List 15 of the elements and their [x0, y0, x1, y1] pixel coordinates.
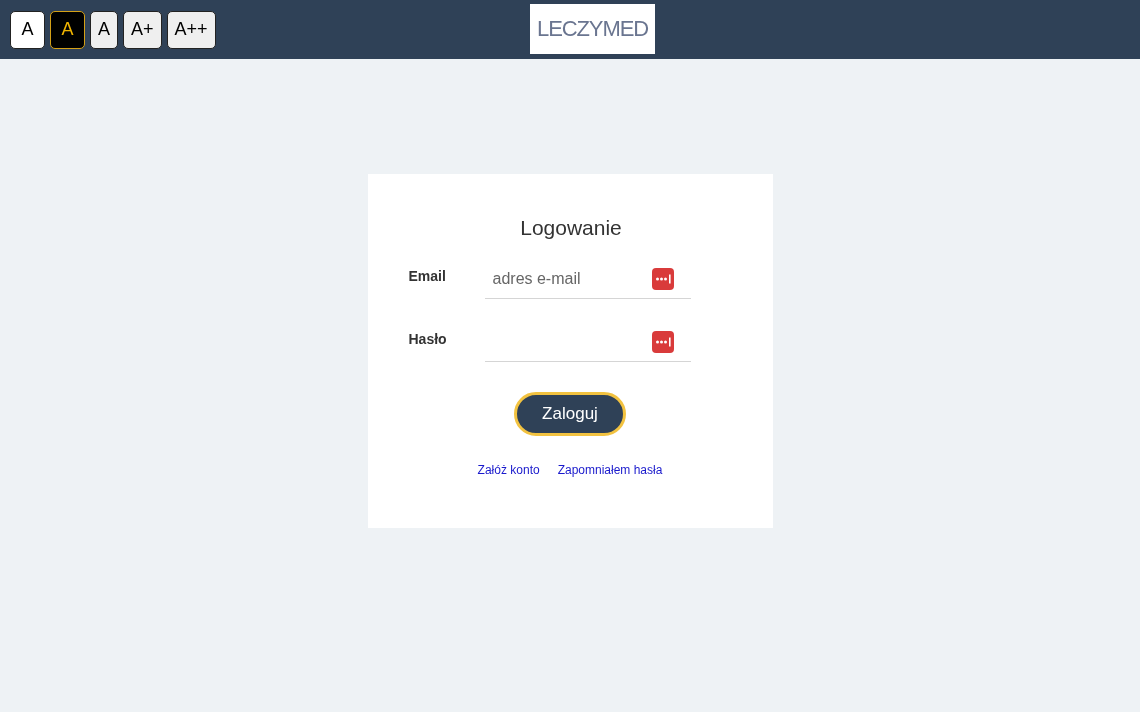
font-size-button[interactable]: A	[50, 10, 85, 49]
password-manager-icon[interactable]	[651, 267, 674, 290]
font-size-button[interactable]: A+	[123, 10, 162, 49]
login-title: Logowanie	[520, 215, 622, 241]
link[interactable]: Załóż konto	[477, 460, 540, 479]
login-button[interactable]: Zaloguj	[514, 391, 626, 436]
font-size-button[interactable]: A	[10, 10, 45, 49]
field-label: Hasło	[408, 329, 448, 349]
font-size-button[interactable]: A	[90, 10, 118, 49]
link[interactable]: Zapomniałem hasła	[557, 460, 663, 479]
logo-text: LECZYMED	[537, 18, 648, 40]
field-label: Email	[408, 266, 447, 286]
password-manager-icon[interactable]	[651, 330, 674, 353]
font-size-button[interactable]: A++	[166, 10, 216, 49]
text-field[interactable]: adres e-mail	[484, 259, 651, 299]
